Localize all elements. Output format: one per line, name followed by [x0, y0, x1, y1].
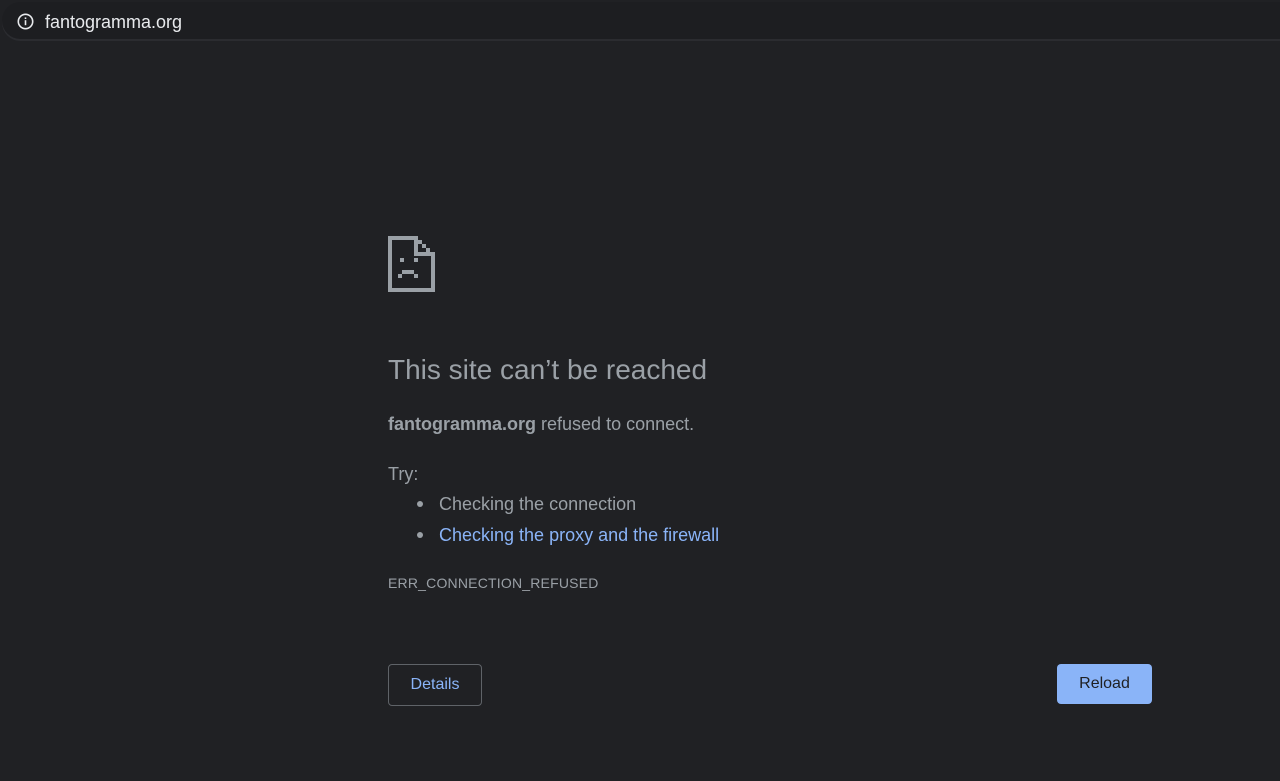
- suggestion-check-proxy-firewall[interactable]: Checking the proxy and the firewall: [388, 523, 719, 554]
- sad-document-icon: [388, 236, 435, 292]
- details-button[interactable]: Details: [388, 664, 482, 706]
- error-message-suffix: refused to connect.: [536, 414, 695, 434]
- suggestion-check-connection: Checking the connection: [388, 492, 719, 523]
- error-title: This site can’t be reached: [388, 354, 708, 385]
- address-bar[interactable]: fantogramma.org: [2, 2, 1280, 39]
- url-text[interactable]: fantogramma.org: [45, 11, 182, 33]
- suggestions-list: Checking the connection Checking the pro…: [388, 492, 719, 554]
- proxy-firewall-link[interactable]: Checking the proxy and the firewall: [439, 525, 719, 545]
- try-label: Try:: [388, 464, 419, 484]
- reload-button[interactable]: Reload: [1057, 664, 1152, 704]
- error-message: fantogramma.org refused to connect.: [388, 412, 694, 436]
- info-circle-icon[interactable]: [17, 13, 34, 30]
- error-host: fantogramma.org: [388, 414, 537, 434]
- error-code: ERR_CONNECTION_REFUSED: [388, 575, 599, 591]
- browser-toolbar: fantogramma.org: [0, 0, 1280, 44]
